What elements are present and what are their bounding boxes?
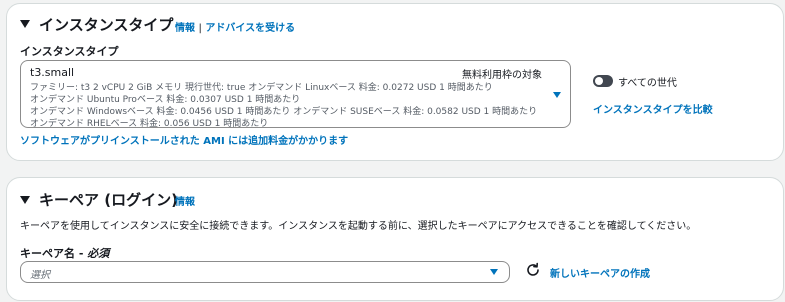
all-generations-label: すべての世代 [618, 78, 677, 89]
advice-link[interactable]: アドバイスを受ける [205, 23, 295, 34]
instance-type-field-label: インスタンスタイプ [20, 45, 119, 58]
key-pair-panel: キーペア (ログイン) 情報 キーペアを使用してインスタンスに安全に接続できます… [6, 177, 784, 301]
free-tier-badge: 無料利用枠の対象 [462, 70, 542, 81]
collapse-caret-icon[interactable] [20, 196, 30, 204]
link-separator: | [198, 23, 202, 34]
compare-instance-types-link[interactable]: インスタンスタイプを比較 [593, 101, 713, 116]
instance-type-select[interactable]: t3.small 無料利用枠の対象 ファミリー: t3 2 vCPU 2 GiB… [20, 60, 571, 129]
create-key-pair-link[interactable]: 新しいキーペアの作成 [550, 265, 650, 280]
key-pair-description: キーペアを使用してインスタンスに安全に接続できます。インスタンスを起動する前に、… [20, 221, 697, 232]
info-link[interactable]: 情報 [175, 23, 195, 34]
key-pair-select-placeholder: 選択 [30, 270, 50, 281]
refresh-icon[interactable] [525, 262, 541, 278]
dropdown-arrow-icon [553, 92, 561, 98]
required-indicator: 必須 [87, 247, 110, 260]
instance-details-line4: オンデマンド RHELベース 料金: 0.056 USD 1 時間あたり [30, 119, 269, 129]
info-link[interactable]: 情報 [175, 193, 195, 208]
dropdown-arrow-icon [490, 269, 498, 275]
key-pair-heading: キーペア (ログイン) [39, 191, 178, 209]
key-pair-select[interactable]: 選択 [20, 261, 510, 283]
key-pair-name-label: キーペア名 - [20, 247, 88, 260]
ami-charge-notice-link[interactable]: ソフトウェアがプリインストールされた AMI には追加料金がかかります [20, 132, 348, 147]
instance-type-heading: インスタンスタイプ [39, 16, 174, 34]
all-generations-toggle[interactable] [593, 75, 613, 87]
selected-instance-name: t3.small [30, 66, 75, 79]
collapse-caret-icon[interactable] [20, 20, 30, 28]
instance-type-panel: インスタンスタイプ 情報 | アドバイスを受ける インスタンスタイプ t3.sm… [6, 3, 784, 161]
toggle-knob [595, 77, 603, 85]
